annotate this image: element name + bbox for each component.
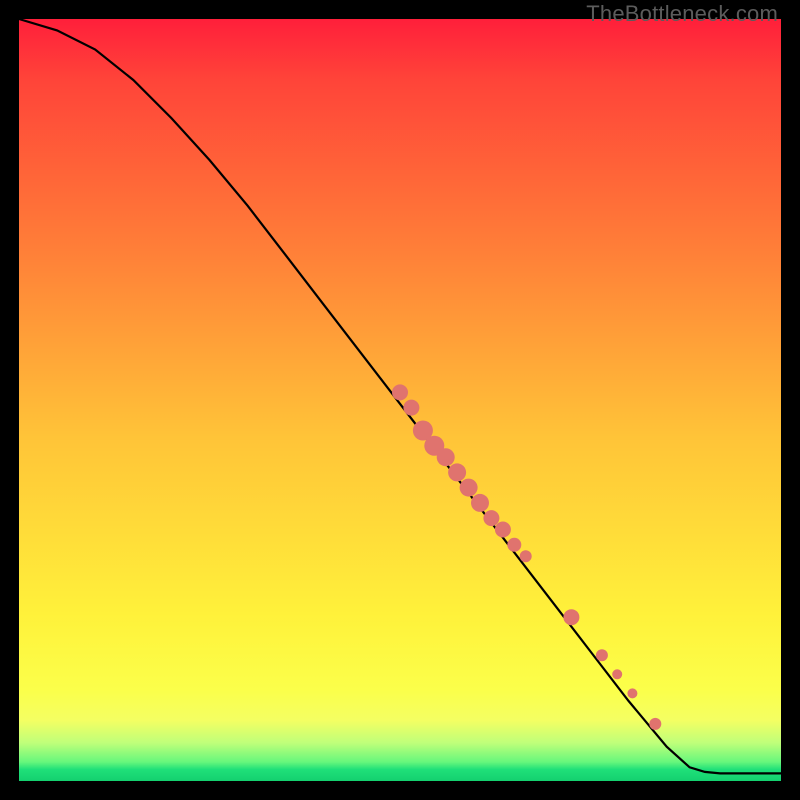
data-point <box>437 448 455 466</box>
data-point <box>627 688 637 698</box>
chart-stage: TheBottleneck.com <box>0 0 800 800</box>
data-point <box>392 384 408 400</box>
data-point <box>471 494 489 512</box>
data-points <box>392 384 661 730</box>
data-point <box>596 649 608 661</box>
data-point <box>448 463 466 481</box>
data-point <box>520 550 532 562</box>
data-point <box>495 522 511 538</box>
data-point <box>483 510 499 526</box>
data-point <box>460 479 478 497</box>
data-point <box>507 538 521 552</box>
data-point <box>403 400 419 416</box>
chart-overlay <box>19 19 781 781</box>
data-point <box>649 718 661 730</box>
data-point <box>612 669 622 679</box>
data-point <box>563 609 579 625</box>
